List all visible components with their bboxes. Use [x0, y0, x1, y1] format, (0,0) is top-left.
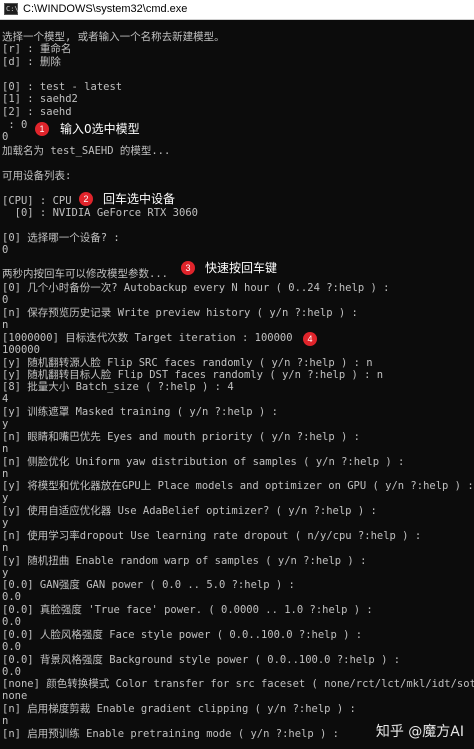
annotation-note-2: 回车选中设备 — [101, 192, 178, 206]
console-line: [n] 启用预训练 Enable pretraining mode ( y/n … — [2, 728, 339, 740]
console-line: [0] 几个小时备份一次? Autobackup every N hour ( … — [2, 282, 390, 294]
annotation-note-1: 输入0选中模型 — [58, 122, 142, 136]
console-line: : 0 — [2, 119, 28, 131]
console-line: 0 — [2, 294, 9, 306]
console-line: 可用设备列表: — [2, 170, 72, 182]
console-line: [y] 将模型和优化器放在GPU上 Place models and optim… — [2, 480, 474, 492]
console-line: 0.0 — [2, 641, 21, 653]
console-line: [0] : NVIDIA GeForce RTX 3060 — [2, 207, 198, 219]
window-title: C:\WINDOWS\system32\cmd.exe — [23, 3, 188, 15]
annotation-badge-2: 2 — [79, 192, 93, 206]
annotation-badge-3: 3 — [181, 261, 195, 275]
watermark: 知乎 @魔方AI — [375, 724, 464, 740]
console-line: [none] 颜色转换模式 Color transfer for src fac… — [2, 678, 474, 690]
console-line: [r] : 重命名 — [2, 43, 72, 55]
console-line: [1] : saehd2 — [2, 93, 78, 105]
console-line: [d] : 删除 — [2, 56, 61, 68]
console-line: 0 — [2, 244, 9, 256]
console-line: [0] : test - latest — [2, 81, 123, 93]
annotation-note-3: 快速按回车键 — [203, 261, 280, 275]
console-line: [n] 使用学习率dropout Use learning rate dropo… — [2, 530, 422, 542]
console-line: [n] 启用梯度剪裁 Enable gradient clipping ( y/… — [2, 703, 356, 715]
console-line: [y] 随机翻转目标人脸 Flip DST faces randomly ( y… — [2, 369, 384, 381]
console-line: 0.0 — [2, 616, 21, 628]
console-line: y — [2, 517, 9, 529]
console-line: [n] 眼睛和嘴巴优先 Eyes and mouth priority ( y/… — [2, 431, 360, 443]
console-line: [CPU] : CPU — [2, 195, 72, 207]
console-line: 0.0 — [2, 591, 21, 603]
console-line: [y] 使用自适应优化器 Use AdaBelief optimizer? ( … — [2, 505, 377, 517]
console-line: n — [2, 542, 9, 554]
console-line: [0.0] 人脸风格强度 Face style power ( 0.0..100… — [2, 629, 363, 641]
console-line: [n] 保存预览历史记录 Write preview history ( y/n… — [2, 307, 358, 319]
console-line: [y] 训练遮罩 Masked training ( y/n ?:help ) … — [2, 406, 278, 418]
console-line: 加载名为 test_SAEHD 的模型... — [2, 145, 171, 157]
console-line: 选择一个模型, 或者输入一个名称去新建模型。 — [2, 31, 225, 43]
console-line: [0.0] GAN强度 GAN power ( 0.0 .. 5.0 ?:hel… — [2, 579, 295, 591]
console-line: [0.0] 背景风格强度 Background style power ( 0.… — [2, 654, 401, 666]
console-line: y — [2, 567, 9, 579]
console-line: 0 — [2, 131, 9, 143]
console-line: [0] 选择哪一个设备? : — [2, 232, 120, 244]
console-line: n — [2, 443, 9, 455]
console-line: y — [2, 418, 9, 430]
console-line: n — [2, 468, 9, 480]
console-line: [2] : saehd — [2, 106, 72, 118]
console-line: n — [2, 319, 9, 331]
console-line: [y] 随机扭曲 Enable random warp of samples (… — [2, 555, 367, 567]
console-line: 100000 — [2, 344, 40, 356]
console-line: [y] 随机翻转源人脸 Flip SRC faces randomly ( y/… — [2, 357, 373, 369]
console-line: [0.0] 真脸强度 'True face' power. ( 0.0000 .… — [2, 604, 373, 616]
console-line: 两秒内按回车可以修改模型参数... — [2, 268, 168, 280]
console-line: [8] 批量大小 Batch_size ( ?:help ) : 4 — [2, 381, 234, 393]
window-titlebar[interactable]: C:\ C:\WINDOWS\system32\cmd.exe — [0, 0, 474, 20]
annotation-badge-1: 1 — [35, 122, 49, 136]
console-line: none — [2, 690, 28, 702]
console-line: y — [2, 492, 9, 504]
console-line: [1000000] 目标迭代次数 Target iteration : 1000… — [2, 332, 293, 344]
console-line: [n] 侧脸优化 Uniform yaw distribution of sam… — [2, 456, 405, 468]
console-line: n — [2, 715, 9, 727]
annotation-badge-4: 4 — [303, 332, 317, 346]
cmd-icon: C:\ — [4, 3, 19, 15]
console-line: 0.0 — [2, 666, 21, 678]
console-line: 4 — [2, 393, 9, 405]
